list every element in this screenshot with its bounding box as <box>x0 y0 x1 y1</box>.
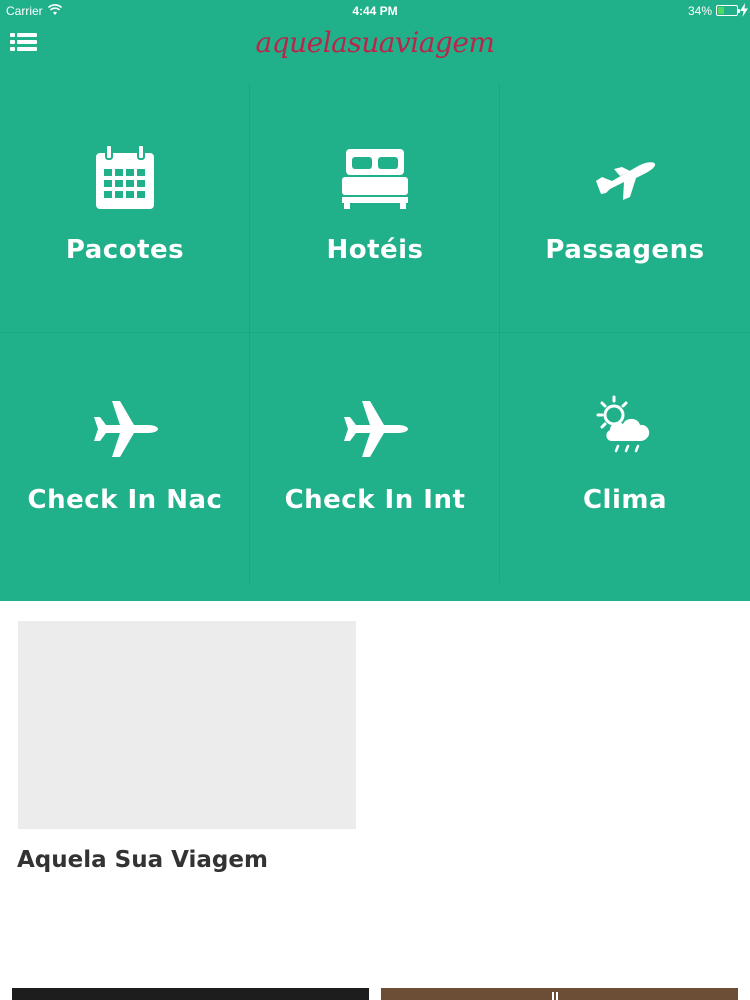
card-image-placeholder <box>18 621 356 829</box>
tile-label: Hotéis <box>326 235 424 265</box>
tile-label: Pacotes <box>65 235 185 265</box>
tile-label: Passagens <box>545 235 705 265</box>
pause-icon <box>552 992 558 1000</box>
card-title: Aquela Sua Viagem <box>17 847 268 873</box>
tile-check-in-int[interactable]: Check In Int <box>250 333 500 583</box>
tile-hoteis[interactable]: Hotéis <box>250 83 500 333</box>
battery-icon <box>716 5 740 16</box>
airplane-icon <box>344 401 408 457</box>
app-screen: Carrier 4:44 PM 34% aquelasuaviagem Paco… <box>0 0 750 1000</box>
brand-logo: aquelasuaviagem <box>255 26 495 59</box>
card-thumbnail[interactable] <box>12 988 369 1000</box>
airplane-takeoff-icon <box>596 162 656 200</box>
calendar-icon <box>96 144 154 209</box>
card-thumbnail[interactable] <box>381 988 738 1000</box>
tile-label: Check In Nac <box>27 485 223 515</box>
battery-level-fill <box>718 7 724 14</box>
weather-sun-cloud-icon <box>596 395 650 453</box>
tile-pacotes[interactable]: Pacotes <box>0 83 250 333</box>
category-grid: Pacotes Hotéis Passagens Check In Nac Ch… <box>0 83 750 583</box>
airplane-icon <box>94 401 158 457</box>
bed-icon <box>342 149 408 209</box>
tile-passagens[interactable]: Passagens <box>500 83 750 333</box>
charging-bolt-icon <box>740 3 748 17</box>
clock-label: 4:44 PM <box>352 4 398 18</box>
tile-clima[interactable]: Clima <box>500 333 750 583</box>
tile-check-in-nac[interactable]: Check In Nac <box>0 333 250 583</box>
status-bar: Carrier 4:44 PM 34% <box>0 0 750 22</box>
tile-label: Check In Int <box>284 485 466 515</box>
battery-percent: 34% <box>687 4 712 18</box>
article-card[interactable]: Aquela Sua Viagem <box>17 621 356 873</box>
tile-label: Clima <box>582 485 668 515</box>
